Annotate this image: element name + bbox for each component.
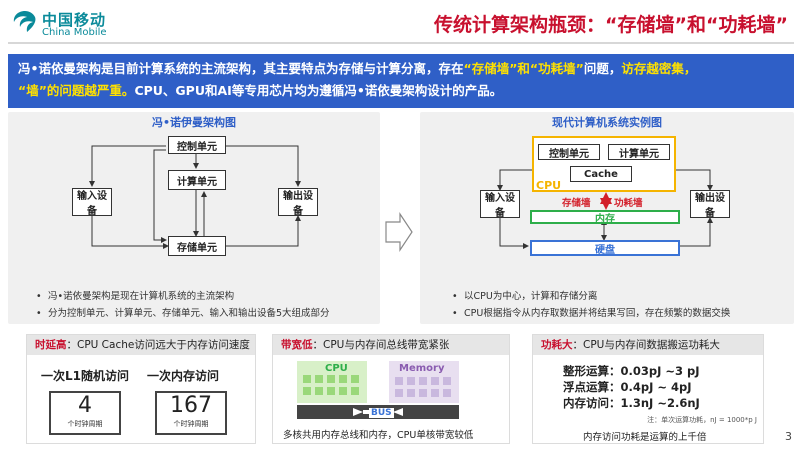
bullet-item: CPU根据指令从内存取数据并将结果写回，存在频繁的数据交换 [450, 305, 790, 322]
bandwidth-key: 带宽低 [281, 339, 313, 351]
power-line-int: 整形运算：0.03pJ ~3 pJ [563, 364, 700, 378]
banner-text-3: CPU、GPU和AI等专用芯片均为遵循冯•诺依曼架构设计的产品。 [134, 83, 503, 98]
latency-key: 时延高 [35, 339, 67, 351]
von-neumann-bullets: 冯•诺依曼架构是现在计算机系统的主流架构 分为控制单元、计算单元、存储单元、输入… [34, 288, 374, 322]
power-key: 功耗大 [541, 339, 573, 351]
memory-cycles-box: 167 个时钟周期 [155, 391, 227, 435]
l1-cycles-value: 4 [78, 393, 92, 418]
bullet-item: 以CPU为中心，计算和存储分离 [450, 288, 790, 305]
vn-input-device: 输入设备 [72, 188, 112, 217]
vn-control-unit: 控制单元 [168, 136, 226, 154]
banner-highlight-access: 访存越密集， [621, 61, 697, 76]
banner-text-2: 问题， [583, 61, 622, 76]
power-note: 注：单次运算功耗，nJ = 1000*p J [647, 416, 757, 424]
bullet-item: 分为控制单元、计算单元、存储单元、输入和输出设备5大组成部分 [34, 305, 374, 322]
ms-compute-unit: 计算单元 [608, 144, 670, 160]
ms-output-device: 输出设备 [690, 190, 730, 219]
ms-disk: 硬盘 [530, 240, 680, 256]
bullet-item: 冯•诺依曼架构是现在计算机系统的主流架构 [34, 288, 374, 305]
banner-highlight-severity: “墙”的问题越严重。 [18, 83, 135, 98]
latency-card-header: 时延高：CPU Cache访问远大于内存访问速度 [27, 335, 255, 355]
ms-control-unit: 控制单元 [538, 144, 600, 160]
title-divider [8, 42, 794, 44]
summary-banner: 冯•诺依曼架构是目前计算系统的主流架构，其主要特点为存储与计算分离，存在“存储墙… [8, 54, 794, 108]
vn-storage-unit: 存储单元 [168, 236, 226, 256]
power-card: 功耗大：CPU与内存间数据搬运功耗大 整形运算：0.03pJ ~3 pJ 浮点运… [532, 334, 764, 444]
power-line-memory: 内存访问：1.3nJ ~2.6nJ [563, 396, 700, 410]
bandwidth-desc: ：CPU与内存间总线带宽紧张 [312, 339, 450, 351]
power-caption: 内存访问功耗是运算的上千倍 [583, 432, 707, 443]
storage-wall-label: 存储墙 [562, 198, 591, 209]
bus-memory-label: Memory [399, 363, 445, 374]
power-wall-label: 功耗墙 [614, 198, 643, 209]
power-line-float: 浮点运算：0.4pJ ~ 4pJ [563, 380, 692, 394]
memory-cycles-value: 167 [170, 393, 212, 418]
memory-cycles-unit: 个时钟周期 [173, 420, 209, 428]
memory-access-label: 一次内存访问 [147, 369, 220, 383]
bandwidth-caption: 多核共用内存总线和内存，CPU单核带宽较低 [283, 430, 474, 441]
bus-cpu-label: CPU [325, 363, 348, 374]
l1-cycles-box: 4 个时钟周期 [49, 391, 121, 435]
latency-desc: ：CPU Cache访问远大于内存访问速度 [66, 339, 250, 351]
right-arrow-icon [385, 212, 413, 252]
l1-cycles-unit: 个时钟周期 [67, 420, 103, 428]
bus-label: BUS [369, 408, 394, 418]
cpu-label: CPU [536, 179, 562, 192]
page-number: 3 [785, 430, 792, 443]
power-card-header: 功耗大：CPU与内存间数据搬运功耗大 [533, 335, 763, 355]
vn-output-device: 输出设备 [278, 188, 318, 217]
latency-card: 时延高：CPU Cache访问远大于内存访问速度 一次L1随机访问 一次内存访问… [26, 334, 256, 444]
power-desc: ：CPU与内存间数据搬运功耗大 [572, 339, 720, 351]
vn-compute-unit: 计算单元 [168, 170, 226, 190]
von-neumann-panel: 冯•诺伊曼架构图 控制单元 计算单元 存储单元 输入设备 输出设备 冯•诺依曼架… [8, 112, 380, 324]
modern-system-bullets: 以CPU为中心，计算和存储分离 CPU根据指令从内存取数据并将结果写回，存在频繁… [450, 288, 790, 322]
power-values: 整形运算：0.03pJ ~3 pJ 浮点运算：0.4pJ ~ 4pJ 内存访问：… [563, 363, 700, 411]
bandwidth-card: 带宽低：CPU与内存间总线带宽紧张 CPU Memory BUS 多核共用内存总… [272, 334, 510, 444]
banner-highlight-walls: “存储墙”和“功耗墙” [463, 61, 584, 76]
logo-text-en: China Mobile [42, 27, 107, 38]
modern-system-panel: 现代计算机系统实例图 CPU 控制单元 计算单元 Cache 存储墙 功耗墙 内… [420, 112, 794, 324]
l1-access-label: 一次L1随机访问 [41, 369, 129, 383]
banner-text-1: 冯•诺依曼架构是目前计算系统的主流架构，其主要特点为存储与计算分离，存在 [18, 61, 464, 76]
page-title: 传统计算架构瓶颈：“存储墙”和“功耗墙” [434, 14, 788, 36]
ms-cache: Cache [570, 166, 632, 182]
china-mobile-logo-icon [13, 11, 36, 32]
ms-input-device: 输入设备 [480, 190, 520, 219]
ms-memory: 内存 [530, 210, 680, 225]
bandwidth-card-header: 带宽低：CPU与内存间总线带宽紧张 [273, 335, 509, 355]
